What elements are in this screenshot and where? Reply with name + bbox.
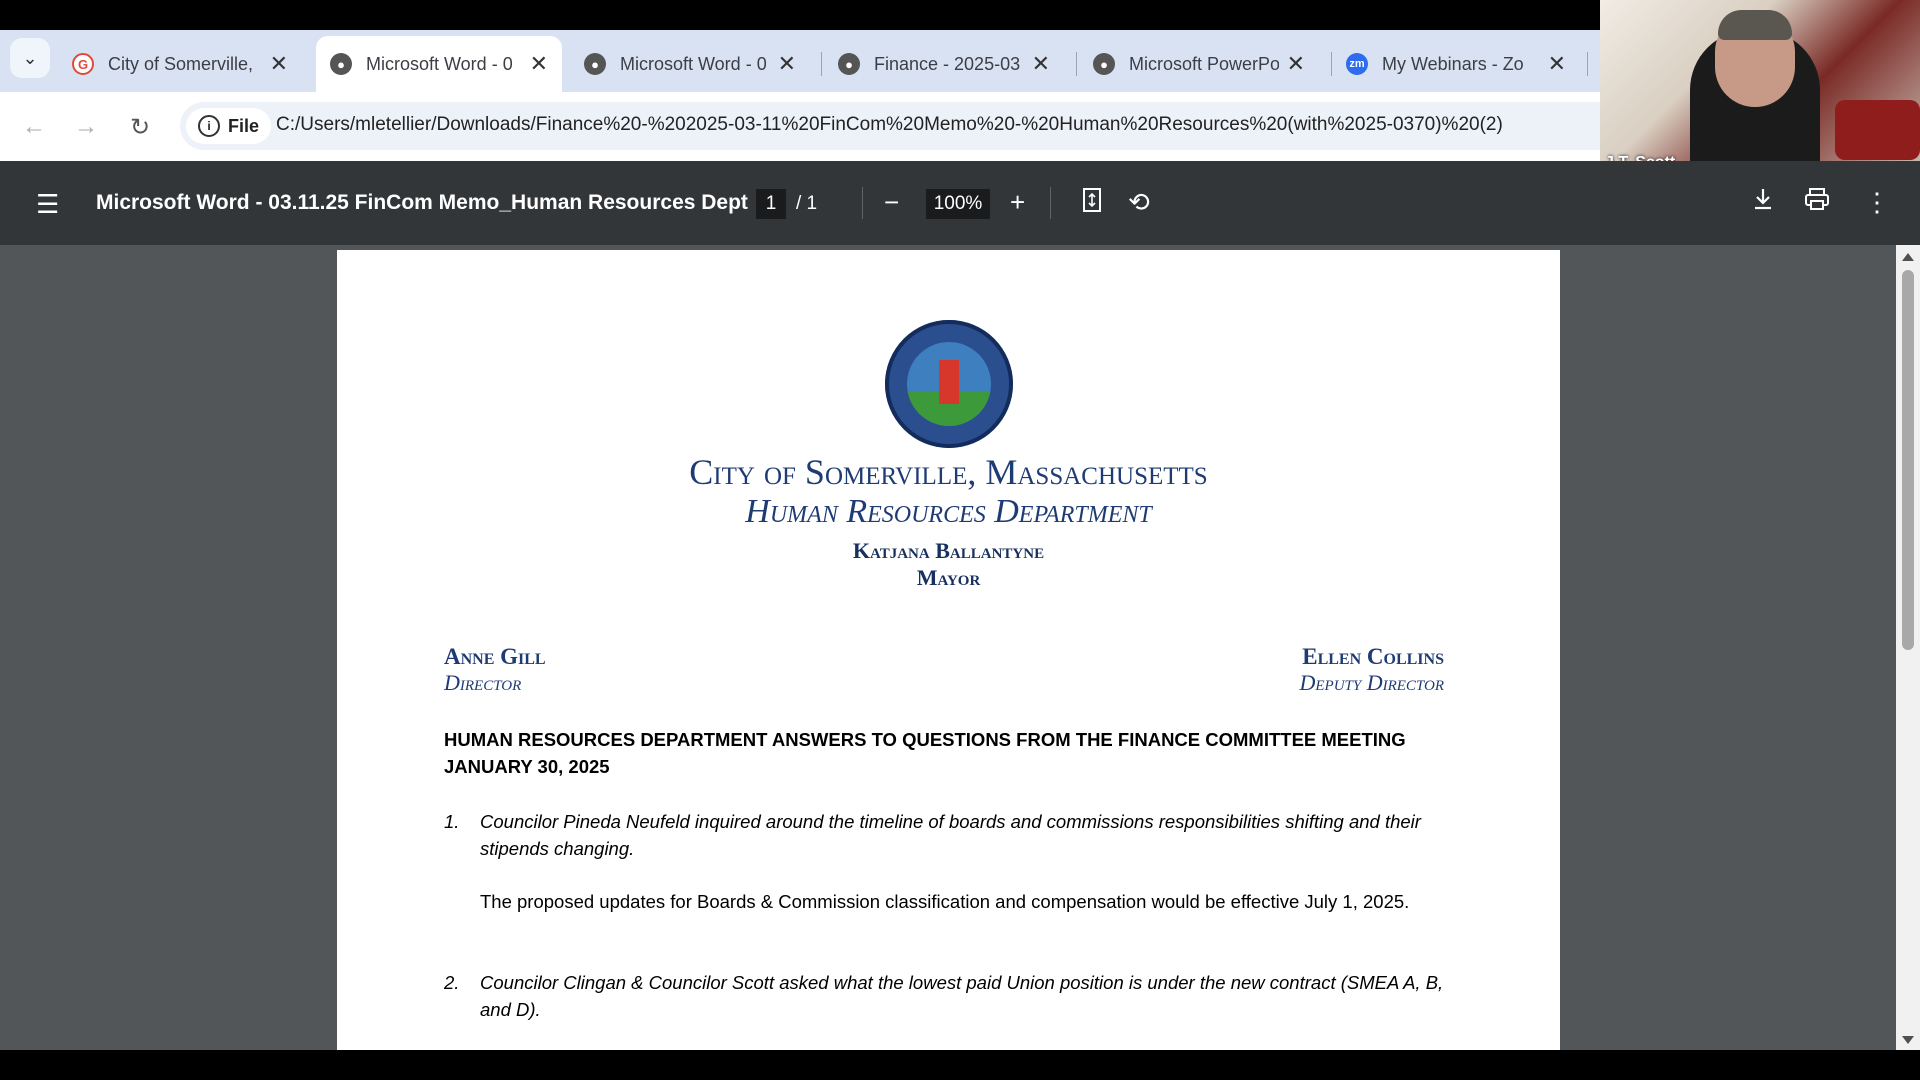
- tab-title: Microsoft Word - 0: [620, 53, 767, 74]
- city-seal-logo: [885, 320, 1013, 448]
- info-icon: i: [198, 115, 220, 137]
- mayor-name: Katjana Ballantyne: [852, 538, 1045, 563]
- arrow-right-icon: →: [74, 113, 98, 140]
- question-number: 2.: [444, 972, 460, 993]
- toolbar-divider: [862, 187, 863, 219]
- fit-page-icon[interactable]: [1082, 187, 1102, 220]
- arrow-left-icon: ←: [22, 113, 46, 140]
- mayor-title: Mayor: [916, 565, 981, 590]
- reload-icon: ↻: [129, 113, 151, 141]
- webcam-person-hair: [1718, 10, 1792, 40]
- more-options-icon[interactable]: ⋮: [1864, 187, 1890, 218]
- pdf-toolbar: ☰ Microsoft Word - 03.11.25 FinCom Memo_…: [0, 161, 1920, 245]
- tab-strip: ⌄ G City of Somerville, ✕ ● Microsoft Wo…: [0, 30, 1600, 92]
- pdf-page: City of Somerville, Massachusetts Human …: [337, 250, 1560, 1050]
- chevron-down-icon: ⌄: [22, 47, 38, 68]
- department-heading: Human Resources Department: [745, 493, 1152, 530]
- toolbar-divider: [1050, 187, 1051, 219]
- webcam-video-overlay: J.T. Scott: [1600, 0, 1920, 180]
- deputy-director-block: Ellen Collins Deputy Director: [1299, 644, 1444, 696]
- close-icon[interactable]: ✕: [778, 51, 796, 77]
- site-info-chip[interactable]: i File: [186, 108, 272, 144]
- director-title: Director: [444, 670, 522, 695]
- tab-my-webinars[interactable]: zm My Webinars - Zo ✕: [1334, 36, 1580, 92]
- tab-title: Microsoft PowerPo: [1129, 53, 1279, 74]
- tab-title: Finance - 2025-03: [874, 53, 1021, 74]
- director-block: Anne Gill Director: [444, 644, 546, 696]
- menu-icon[interactable]: ☰: [36, 189, 59, 220]
- scroll-down-icon[interactable]: [1902, 1036, 1914, 1044]
- answer-text: The proposed updates for Boards & Commis…: [480, 891, 1410, 912]
- google-icon: G: [72, 53, 94, 75]
- seal-center: [907, 342, 991, 426]
- globe-icon: ●: [838, 53, 860, 75]
- seal-tower: [939, 360, 959, 404]
- download-icon[interactable]: [1752, 187, 1774, 218]
- close-icon[interactable]: ✕: [1287, 51, 1305, 77]
- address-bar[interactable]: i File C:/Users/mletellier/Downloads/Fin…: [180, 102, 1600, 150]
- tab-separator: [1076, 52, 1077, 76]
- bottom-bar: [0, 1050, 1920, 1080]
- tab-title: City of Somerville,: [108, 53, 254, 74]
- scroll-up-icon[interactable]: [1902, 253, 1914, 261]
- zoom-level-input[interactable]: 100%: [926, 189, 990, 219]
- question-item: 2. Councilor Clingan & Councilor Scott a…: [444, 969, 1454, 1023]
- question-text: Councilor Clingan & Councilor Scott aske…: [480, 972, 1444, 1020]
- tab-separator: [821, 52, 822, 76]
- zoom-out-icon[interactable]: −: [884, 187, 899, 218]
- deputy-director-title: Deputy Director: [1299, 670, 1444, 695]
- close-icon[interactable]: ✕: [530, 51, 548, 77]
- zoom-icon: zm: [1346, 53, 1368, 75]
- globe-icon: ●: [330, 53, 352, 75]
- city-heading: City of Somerville, Massachusetts: [689, 452, 1208, 492]
- site-info-label: File: [228, 115, 260, 136]
- scrollbar-thumb[interactable]: [1902, 270, 1914, 650]
- browser-toolbar: ← → ↻ i File C:/Users/mletellier/Downloa…: [0, 92, 1600, 161]
- close-icon[interactable]: ✕: [270, 51, 288, 77]
- reload-button[interactable]: ↻: [122, 109, 158, 145]
- deputy-director-name: Ellen Collins: [1302, 644, 1444, 669]
- tab-city-of-somerville[interactable]: G City of Somerville, ✕: [62, 36, 302, 92]
- question-number: 1.: [444, 811, 460, 832]
- close-icon[interactable]: ✕: [1548, 51, 1566, 77]
- tab-microsoft-word-active[interactable]: ● Microsoft Word - 0 ✕: [316, 36, 562, 92]
- back-button[interactable]: ←: [16, 109, 52, 145]
- rotate-icon[interactable]: ⟲: [1128, 187, 1150, 218]
- print-icon[interactable]: [1804, 187, 1830, 218]
- director-name: Anne Gill: [444, 644, 546, 669]
- tab-microsoft-word[interactable]: ● Microsoft Word - 0 ✕: [570, 36, 810, 92]
- tab-microsoft-powerpoint[interactable]: ● Microsoft PowerPo ✕: [1079, 36, 1319, 92]
- globe-icon: ●: [584, 53, 606, 75]
- tab-title: Microsoft Word - 0: [366, 53, 513, 74]
- url-text[interactable]: C:/Users/mletellier/Downloads/Finance%20…: [276, 114, 1503, 136]
- question-item: 1. Councilor Pineda Neufeld inquired aro…: [444, 808, 1454, 862]
- question-text: Councilor Pineda Neufeld inquired around…: [480, 811, 1421, 859]
- pdf-viewer[interactable]: City of Somerville, Massachusetts Human …: [0, 245, 1920, 1050]
- tab-finance[interactable]: ● Finance - 2025-03 ✕: [824, 36, 1064, 92]
- tab-separator: [1331, 52, 1332, 76]
- close-icon[interactable]: ✕: [1032, 51, 1050, 77]
- globe-icon: ●: [1093, 53, 1115, 75]
- memo-heading: HUMAN RESOURCES DEPARTMENT ANSWERS TO QU…: [444, 729, 1406, 777]
- pdf-title: Microsoft Word - 03.11.25 FinCom Memo_Hu…: [96, 191, 748, 214]
- pdf-scrollbar[interactable]: [1896, 245, 1920, 1050]
- tab-title: My Webinars - Zo: [1382, 53, 1524, 74]
- tab-search-button[interactable]: ⌄: [10, 38, 50, 78]
- forward-button[interactable]: →: [68, 109, 104, 145]
- zoom-in-icon[interactable]: +: [1010, 187, 1025, 218]
- page-number-input[interactable]: 1: [756, 189, 786, 219]
- tab-separator: [1587, 52, 1588, 76]
- webcam-background: [1835, 100, 1920, 160]
- title-bar: [0, 0, 1600, 30]
- page-total: / 1: [796, 193, 818, 214]
